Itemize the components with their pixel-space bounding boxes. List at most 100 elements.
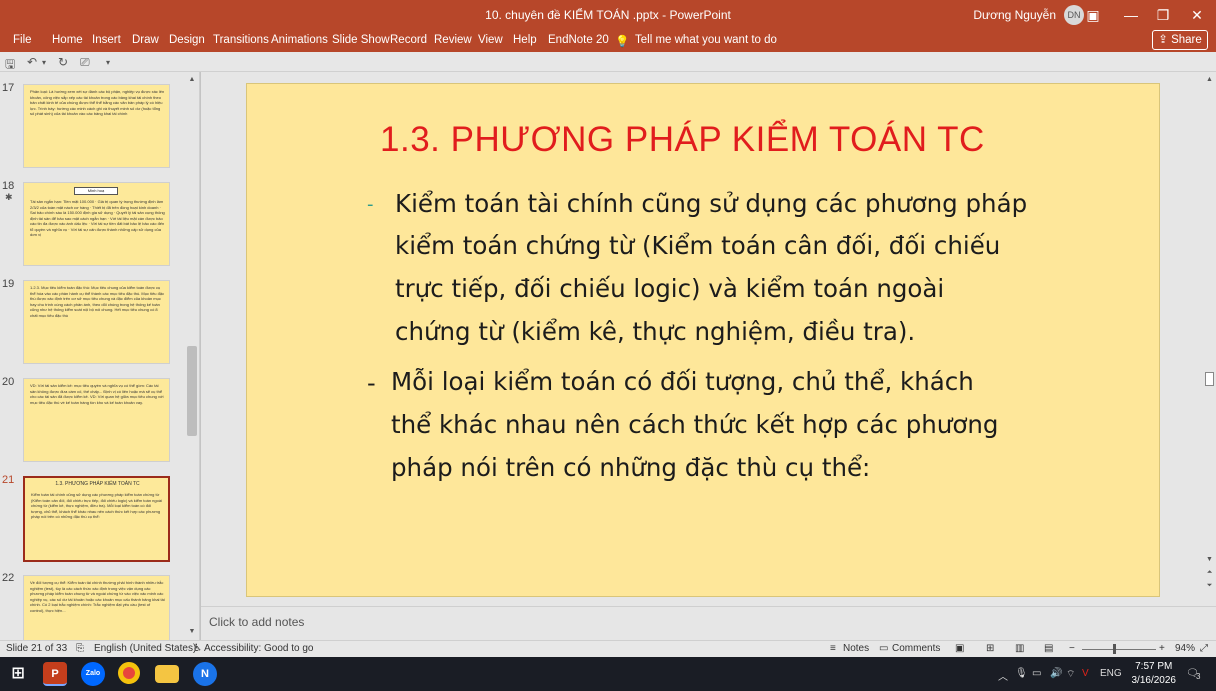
slide-thumbnail[interactable]: Minh hoạ Tài sản ngắn hạn: Tiền mặt 100.… xyxy=(23,182,170,266)
slide-scrollbar[interactable]: ▲ ▼ ⏶ ⏷ xyxy=(1203,72,1216,606)
zoom-out-icon[interactable]: − xyxy=(1069,643,1075,654)
tab-review[interactable]: Review xyxy=(434,34,472,46)
tab-record[interactable]: Record xyxy=(390,34,427,46)
windows-start-icon[interactable]: ⊞ xyxy=(6,662,30,686)
undo-icon[interactable]: ↶ xyxy=(27,55,37,69)
zoom-slider[interactable] xyxy=(1082,649,1156,650)
slide-thumbnail-selected[interactable]: 1.3. PHƯƠNG PHÁP KIỂM TOÁN TC Kiểm toán … xyxy=(23,476,170,562)
lightbulb-icon[interactable]: 💡 xyxy=(615,34,629,48)
tab-endnote[interactable]: EndNote 20 xyxy=(548,34,609,46)
zoom-in-icon[interactable]: + xyxy=(1159,643,1165,654)
scroll-up-icon[interactable]: ▲ xyxy=(186,76,198,86)
minimize-icon[interactable]: — xyxy=(1120,4,1142,26)
bullet-1-line-2[interactable]: kiểm toán chứng từ (Kiểm toán cân đối, đ… xyxy=(395,225,1000,268)
wifi-icon[interactable]: ⌔ xyxy=(1066,668,1075,681)
undo-dropdown-icon[interactable]: ▾ xyxy=(42,58,46,67)
user-name[interactable]: Dương Nguyễn xyxy=(973,8,1056,22)
bullet-dash: - xyxy=(367,369,376,397)
notes-placeholder[interactable]: Click to add notes xyxy=(209,615,304,629)
share-label: Share xyxy=(1171,34,1202,46)
scroll-up-icon[interactable]: ▲ xyxy=(1203,76,1216,83)
close-icon[interactable]: ✕ xyxy=(1186,4,1208,26)
vietkey-icon[interactable]: V xyxy=(1082,668,1089,679)
battery-icon[interactable]: ▭ xyxy=(1032,668,1041,679)
system-clock[interactable]: 7:57 PM 3/16/2026 xyxy=(1132,660,1177,688)
thumbnail-number: 17 xyxy=(2,82,15,94)
tab-design[interactable]: Design xyxy=(169,34,205,46)
comments-icon[interactable]: ▭ xyxy=(879,643,888,654)
thumbnail-number: 19 xyxy=(2,278,15,290)
notes-pane[interactable]: Click to add notes xyxy=(201,606,1216,640)
thumbnail-scrollbar[interactable]: ▲ ▼ xyxy=(186,76,198,638)
animation-star-icon: ✱ xyxy=(5,192,13,202)
tab-draw[interactable]: Draw xyxy=(132,34,159,46)
language-indicator[interactable]: English (United States) xyxy=(94,643,196,654)
chrome-icon[interactable] xyxy=(118,662,140,684)
notes-icon[interactable]: ≡ xyxy=(830,643,836,654)
scroll-down-icon[interactable]: ▼ xyxy=(1203,556,1216,563)
zalo-icon[interactable]: Zalo xyxy=(81,662,105,686)
fit-slide-icon[interactable]: ⤢ xyxy=(1200,643,1208,654)
thumbnail-text: VD: Với tài sản kiểm kê: mục tiêu quyền … xyxy=(30,383,164,405)
accessibility-icon[interactable]: ♿ xyxy=(193,643,202,654)
zoom-level[interactable]: 94% xyxy=(1175,643,1195,654)
tell-me-search[interactable]: Tell me what you want to do xyxy=(635,34,777,46)
redo-icon[interactable]: ↻ xyxy=(58,55,68,69)
scrollbar-thumb[interactable] xyxy=(187,346,197,436)
slide-thumbnail[interactable]: Phân loại: Là hướng xem xét sự đánh các … xyxy=(23,84,170,168)
bullet-1-line-1[interactable]: Kiểm toán tài chính cũng sử dụng các phư… xyxy=(395,183,1027,226)
slide-thumbnail-pane[interactable]: 17 Phân loại: Là hướng xem xét sự đánh c… xyxy=(0,72,200,640)
accessibility-status[interactable]: Accessibility: Good to go xyxy=(204,643,314,654)
slideshow-view-icon[interactable]: ▤ xyxy=(1044,643,1053,654)
thumbnail-number: 20 xyxy=(2,376,15,388)
restore-icon[interactable]: ❐ xyxy=(1152,4,1174,26)
volume-icon[interactable]: 🔊 xyxy=(1050,668,1062,679)
zoom-slider-thumb[interactable] xyxy=(1113,644,1117,654)
bullet-2-line-3[interactable]: pháp nói trên có những đặc thù cụ thể: xyxy=(391,447,870,490)
tab-animations[interactable]: Animations xyxy=(271,34,328,46)
scrollbar-thumb[interactable] xyxy=(1205,372,1214,386)
bullet-1-line-3[interactable]: trực tiếp, đối chiếu logic) và kiểm toán… xyxy=(395,268,944,311)
tray-overflow-icon[interactable]: ︿ xyxy=(998,668,1008,683)
ribbon-tabs: File Home Insert Draw Design Transitions… xyxy=(0,30,1216,52)
tab-home[interactable]: Home xyxy=(52,34,83,46)
tab-file[interactable]: File xyxy=(13,34,32,46)
slide-title[interactable]: 1.3. PHƯƠNG PHÁP KIỂM TOÁN TC xyxy=(380,120,985,160)
tab-slide-show[interactable]: Slide Show xyxy=(332,34,390,46)
slide-thumbnail[interactable]: VD: Với tài sản kiểm kê: mục tiêu quyền … xyxy=(23,378,170,462)
tab-insert[interactable]: Insert xyxy=(92,34,121,46)
next-slide-icon[interactable]: ⏷ xyxy=(1203,582,1216,590)
slide-sorter-icon[interactable]: ⊞ xyxy=(986,643,994,654)
ribbon-display-icon[interactable]: ▣ xyxy=(1082,4,1104,26)
thumbnail-text: Về đối tượng cụ thể: Kiểm toán tài chính… xyxy=(30,580,165,613)
bullet-2-line-2[interactable]: thể khác nhau nên cách thức kết hợp các … xyxy=(391,404,998,447)
slide-thumbnail[interactable]: Về đối tượng cụ thể: Kiểm toán tài chính… xyxy=(23,575,170,640)
file-explorer-icon[interactable] xyxy=(155,665,179,683)
tab-view[interactable]: View xyxy=(478,34,503,46)
thumbnail-number: 21 xyxy=(2,474,15,486)
bullet-1-line-4[interactable]: chứng từ (kiểm kê, thực nghiệm, điều tra… xyxy=(395,311,915,354)
customize-toolbar-icon[interactable]: ▾ xyxy=(106,58,110,67)
bullet-2-line-1[interactable]: Mỗi loại kiểm toán có đối tượng, chủ thể… xyxy=(391,361,974,404)
tab-transitions[interactable]: Transitions xyxy=(213,34,269,46)
tab-help[interactable]: Help xyxy=(513,34,537,46)
status-bar: Slide 21 of 33 ⎘ English (United States)… xyxy=(0,640,1216,657)
powerpoint-icon[interactable]: P xyxy=(43,662,67,686)
normal-view-icon[interactable]: ▣ xyxy=(955,643,964,654)
language-tray[interactable]: ENG xyxy=(1100,668,1122,679)
share-button[interactable]: ⇪ Share xyxy=(1152,30,1208,50)
spellcheck-icon[interactable]: ⎘ xyxy=(76,643,84,654)
quick-access-toolbar: 🖫 ↶ ▾ ↻ ⎚ ▾ xyxy=(0,52,1216,72)
reading-view-icon[interactable]: ▥ xyxy=(1015,643,1024,654)
avatar[interactable]: DN xyxy=(1064,5,1084,25)
chrome-profile-icon[interactable]: N xyxy=(193,662,217,686)
comments-toggle[interactable]: Comments xyxy=(892,643,940,654)
slide-thumbnail[interactable]: 1.2.3. Mục tiêu kiểm toán đặc thù: Mục t… xyxy=(23,280,170,364)
slide-editor[interactable]: 1.3. PHƯƠNG PHÁP KIỂM TOÁN TC - Kiểm toá… xyxy=(201,72,1203,606)
slide-canvas[interactable]: 1.3. PHƯƠNG PHÁP KIỂM TOÁN TC - Kiểm toá… xyxy=(246,83,1160,597)
present-icon[interactable]: ⎚ xyxy=(80,55,90,70)
notes-toggle[interactable]: Notes xyxy=(843,643,869,654)
previous-slide-icon[interactable]: ⏶ xyxy=(1203,569,1216,577)
microphone-icon[interactable]: 🎙 xyxy=(1015,668,1028,679)
scroll-down-icon[interactable]: ▼ xyxy=(186,628,198,638)
